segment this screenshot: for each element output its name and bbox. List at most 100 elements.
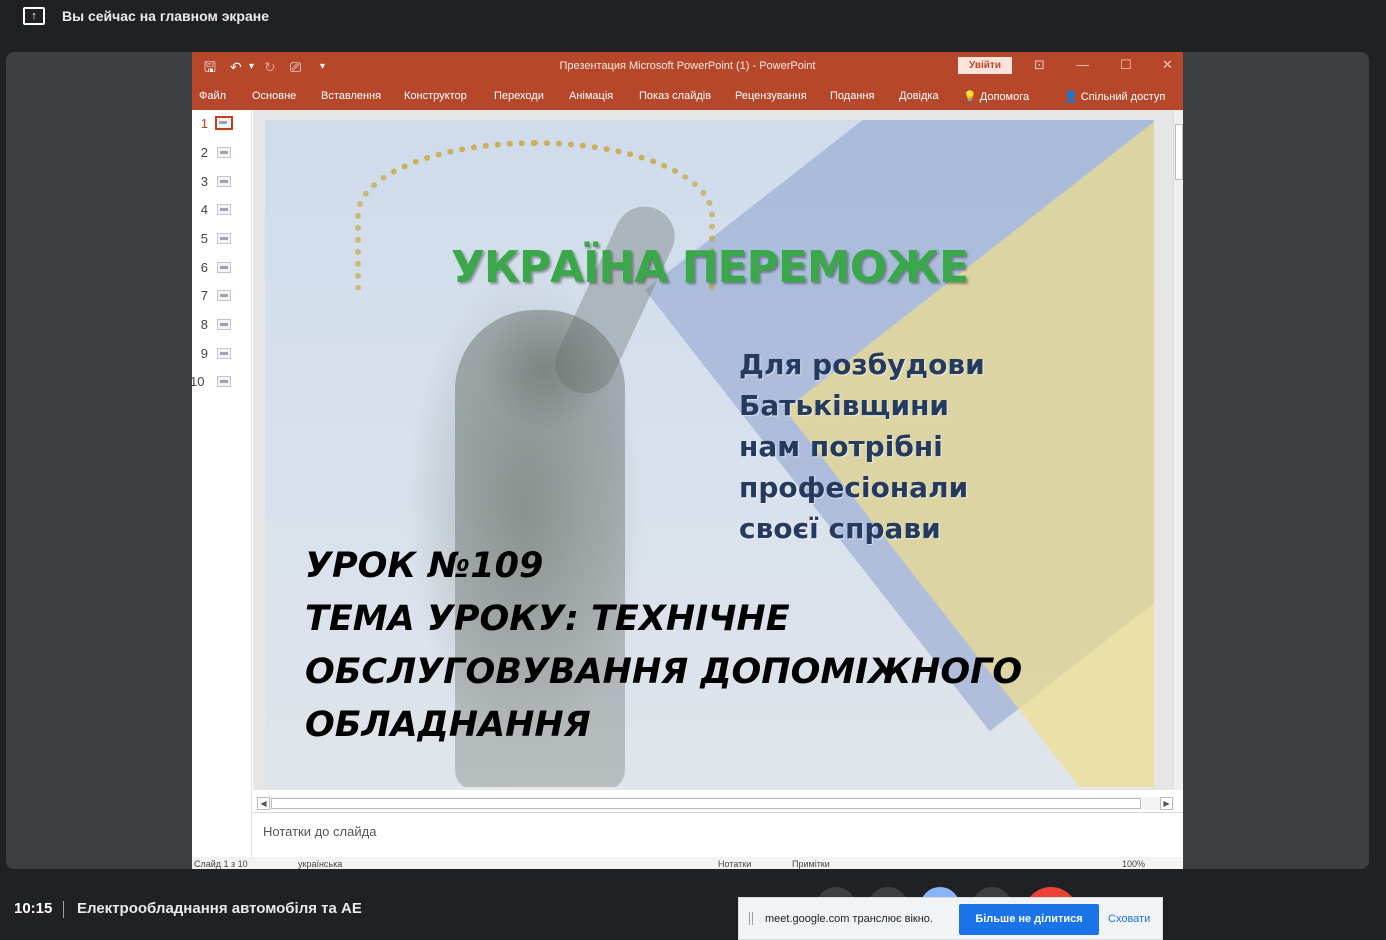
slide-thumbnail-icon (217, 348, 231, 359)
slide-thumbnail-5[interactable]: 5 (192, 229, 252, 249)
powerpoint-window: Презентация Microsoft PowerPoint (1) - P… (192, 52, 1183, 869)
slide-title[interactable]: УКРАЇНА ПЕРЕМОЖЕ (265, 242, 1154, 293)
slide-thumbnail-8[interactable]: 8 (192, 315, 252, 335)
banner-text: Вы сейчас на главном экране (62, 8, 270, 24)
help-search-label: Допомога (979, 91, 1030, 103)
slide-thumbnail-icon (217, 204, 231, 215)
slide-thumbnail-1[interactable]: 1 (192, 114, 252, 134)
close-icon[interactable]: ✕ (1162, 57, 1173, 73)
slide-thumbnail-icon (215, 116, 233, 130)
notes-toggle[interactable]: Нотатки (718, 859, 751, 869)
redo-icon[interactable]: ↻ (264, 58, 276, 76)
slide-thumbnail-9[interactable]: 9 (192, 344, 252, 364)
slide-subtitle[interactable]: Для розбудови Батьківщини нам потрібні п… (739, 344, 1154, 549)
customize-toolbar-icon[interactable]: ▾ (320, 58, 325, 76)
lesson-text[interactable]: УРОК №109 ТЕМА УРОКУ: ТЕХНІЧНЕ ОБСЛУГОВУ… (305, 540, 1145, 752)
lightbulb-icon: 💡 (963, 91, 977, 103)
tab-animations[interactable]: Анімація (569, 90, 613, 102)
language-status[interactable]: українська (298, 859, 342, 869)
subtitle-line: нам потрібні професіонали (739, 430, 969, 504)
tab-home[interactable]: Основне (252, 90, 296, 102)
slide-number: 3 (200, 174, 208, 189)
drag-handle-icon[interactable] (749, 912, 753, 925)
slide-number: 6 (200, 260, 208, 275)
slide-number: 10 (192, 374, 205, 389)
vertical-scroll-thumb[interactable] (1175, 124, 1183, 180)
lesson-line: ОБЛАДНАННЯ (305, 705, 591, 745)
slide-editing-area: УКРАЇНА ПЕРЕМОЖЕ Для розбудови Батьківщи… (253, 110, 1173, 790)
scroll-right-arrow-icon[interactable]: ▶ (1160, 797, 1173, 810)
slide-counter: Слайд 1 з 10 (194, 859, 248, 869)
undo-icon[interactable]: ↶ (230, 58, 242, 76)
undo-dropdown-icon[interactable]: ▾ (249, 58, 254, 76)
save-icon[interactable]: 🖫 (204, 58, 216, 76)
tab-design[interactable]: Конструктор (404, 90, 467, 102)
slide-thumbnail-4[interactable]: 4 (192, 200, 252, 220)
tab-help[interactable]: Довідка (899, 90, 939, 102)
presenting-banner: ↑ Вы сейчас на главном экране (0, 0, 1386, 36)
hide-button[interactable]: Сховати (1108, 913, 1150, 925)
tab-view[interactable]: Подання (830, 90, 874, 102)
slide-thumbnail-7[interactable]: 7 (192, 286, 252, 306)
slide-number: 1 (200, 116, 208, 131)
ribbon-tabs: Файл Основне Вставлення Конструктор Пере… (192, 82, 1183, 110)
tab-slide-show[interactable]: Показ слайдів (639, 90, 711, 102)
share-button[interactable]: 👤 Спільний доступ (1064, 90, 1165, 103)
status-bar: Слайд 1 з 10 українська Нотатки Примітки… (192, 857, 1183, 869)
tab-insert[interactable]: Вставлення (321, 90, 381, 102)
slide-thumbnail-icon (217, 262, 231, 273)
sharing-notice: meet.google.com транслює вікно. (765, 913, 933, 925)
lesson-line: УРОК №109 (305, 546, 544, 586)
divider (63, 901, 64, 918)
slide-thumbnail-icon (217, 319, 231, 330)
present-from-start-icon[interactable]: ⎚ (290, 58, 301, 76)
meet-bottom-bar: 10:15 Електрообладнання автомобіля та АЕ (0, 877, 1386, 940)
subtitle-line: Батьківщини (739, 389, 950, 422)
slide-thumbnail-3[interactable]: 3 (192, 172, 252, 192)
subtitle-line: Для розбудови (739, 348, 985, 381)
lesson-line: ОБСЛУГОВУВАННЯ ДОПОМІЖНОГО (305, 652, 1023, 692)
share-label: Спільний доступ (1080, 91, 1166, 103)
slide-thumbnail-6[interactable]: 6 (192, 258, 252, 278)
lesson-line: ТЕМА УРОКУ: ТЕХНІЧНЕ (305, 599, 790, 639)
vertical-scrollbar[interactable] (1173, 110, 1183, 790)
tab-review[interactable]: Рецензування (735, 90, 807, 102)
slide-number: 4 (200, 202, 208, 217)
notes-pane[interactable]: Нотатки до слайда (253, 812, 1183, 857)
help-search[interactable]: 💡 Допомога (963, 90, 1029, 103)
scroll-left-arrow-icon[interactable]: ◀ (257, 797, 270, 810)
notes-placeholder: Нотатки до слайда (263, 824, 377, 839)
slide-number: 5 (200, 231, 208, 246)
title-bar: Презентация Microsoft PowerPoint (1) - P… (192, 52, 1183, 82)
tab-file[interactable]: Файл (199, 90, 226, 102)
slide-thumbnail-icon (217, 290, 231, 301)
slide-thumbnail-icon (217, 176, 231, 187)
slide-number: 8 (200, 317, 208, 332)
sign-in-button[interactable]: Увійти (958, 57, 1012, 74)
stop-sharing-button[interactable]: Більше не ділитися (959, 904, 1099, 935)
ribbon-display-options-icon[interactable]: ⊡ (1034, 57, 1045, 73)
slide-number: 2 (200, 145, 208, 160)
slide-number: 9 (200, 346, 208, 361)
meeting-name: Електрообладнання автомобіля та АЕ (77, 900, 362, 917)
zoom-level[interactable]: 100% (1122, 859, 1145, 869)
tab-transitions[interactable]: Переходи (494, 90, 544, 102)
shared-screen-stage: Презентация Microsoft PowerPoint (1) - P… (6, 52, 1369, 869)
slide-thumbnail-icon (217, 147, 231, 158)
slide-thumbnail-icon (217, 376, 231, 387)
slide-number: 7 (200, 288, 208, 303)
share-screen-icon: ↑ (23, 7, 45, 25)
maximize-icon[interactable]: ☐ (1120, 57, 1132, 73)
horizontal-scrollbar[interactable]: ◀ ▶ (257, 797, 1174, 810)
slide-thumbnails-pane: 1 2 3 4 5 6 7 8 9 10 (192, 110, 252, 860)
person-icon: 👤 (1064, 91, 1078, 103)
slide-thumbnail-icon (217, 233, 231, 244)
slide-thumbnail-10[interactable]: 10 (192, 372, 252, 392)
slide-thumbnail-2[interactable]: 2 (192, 143, 252, 163)
comments-toggle[interactable]: Примітки (792, 859, 830, 869)
clock: 10:15 (14, 900, 53, 917)
sharing-notification-bar: meet.google.com транслює вікно. Більше н… (738, 897, 1163, 940)
minimize-icon[interactable]: — (1076, 57, 1089, 73)
current-slide[interactable]: УКРАЇНА ПЕРЕМОЖЕ Для розбудови Батьківщи… (265, 120, 1154, 787)
horizontal-scroll-thumb[interactable] (271, 798, 1141, 809)
